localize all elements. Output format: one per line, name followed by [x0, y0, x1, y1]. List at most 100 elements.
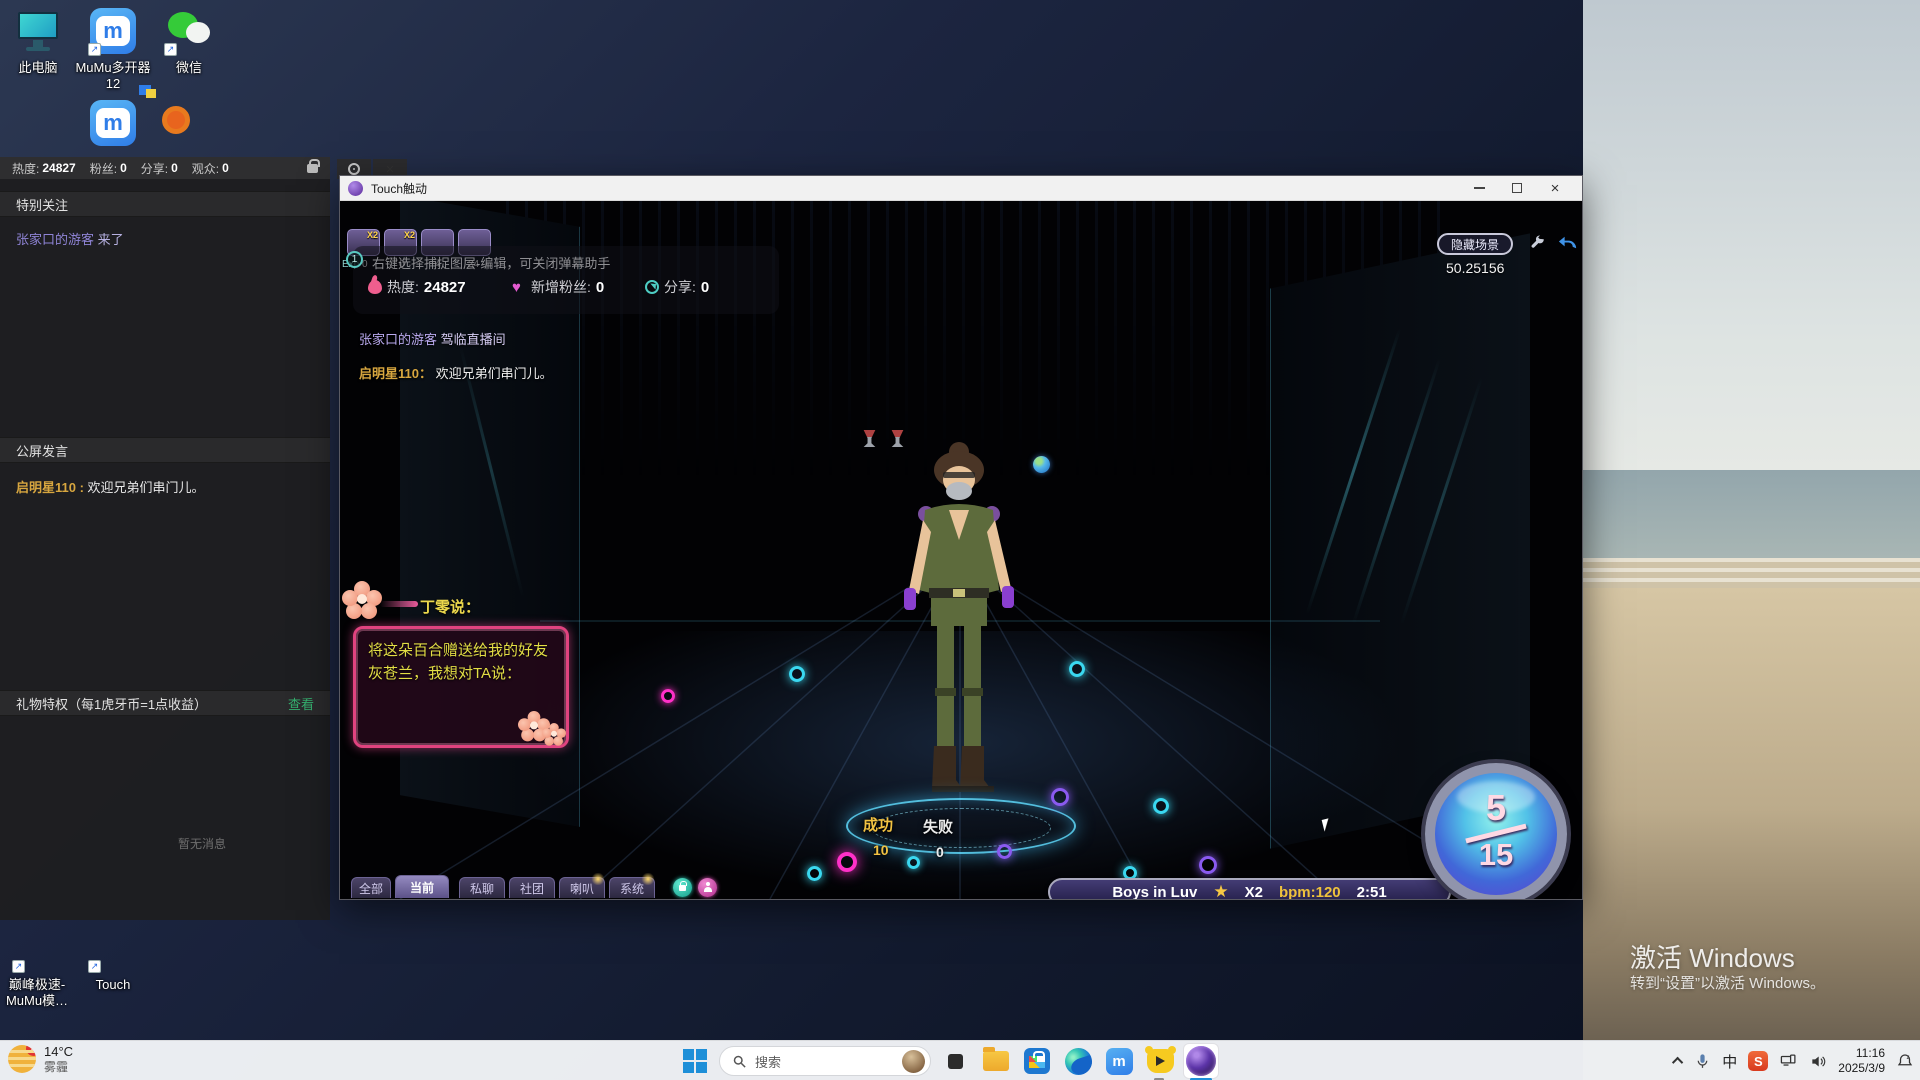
pickup-ring [661, 689, 675, 703]
gift-view-link[interactable]: 查看 [288, 694, 314, 713]
mumu-button[interactable]: m [1102, 1044, 1136, 1078]
search-box[interactable]: 搜索 [719, 1046, 931, 1076]
huya-button[interactable] [1143, 1044, 1177, 1080]
speaker-icon[interactable] [1809, 1053, 1827, 1070]
activate-windows-subtext: 转到“设置”以激活 Windows。 [1630, 975, 1826, 992]
chat-tab-current[interactable]: 当前 [395, 875, 449, 898]
tip-badge: 1 [346, 251, 363, 268]
close-button[interactable]: × [1536, 176, 1574, 201]
app-icon [348, 180, 363, 196]
microphone-icon[interactable] [1694, 1053, 1711, 1070]
wallpaper-beach-sky [1583, 0, 1920, 470]
public-message: 启明星110 : 欢迎兄弟们串门儿。 [16, 480, 205, 495]
weather-widget[interactable]: 2 14°C 雾霾 [8, 1044, 73, 1074]
task-view-button[interactable] [938, 1044, 972, 1078]
folder-icon [983, 1047, 1009, 1071]
taskbar-center: 搜索 m [678, 1044, 1218, 1080]
desktop-icon-racing[interactable]: ↗ 巅峰极速-MuMu模… [0, 925, 80, 1010]
lock-icon [679, 880, 687, 891]
chat-tab-guild[interactable]: 社团 [509, 877, 555, 898]
song-info-bar: Boys in Luv ★ X2 bpm:120 2:51 [1048, 878, 1451, 899]
mumu-icon: m [90, 100, 136, 146]
hide-scene-button[interactable]: 隐藏场景 [1437, 233, 1513, 255]
close-icon: × [1550, 179, 1560, 197]
touch-app-button[interactable] [1184, 1044, 1218, 1080]
wrench-icon[interactable] [1528, 234, 1546, 252]
tray-time: 11:16 [1855, 1046, 1885, 1060]
tray-chevron-icon[interactable] [1672, 1056, 1684, 1069]
window-title: Touch触动 [371, 181, 428, 196]
chat-tab-private[interactable]: 私聊 [459, 877, 505, 898]
touch-tile-icon: ↗ [88, 925, 136, 973]
shortcut-arrow-icon: ↗ [164, 43, 177, 56]
chat-tab-horn[interactable]: 喇叭 [559, 873, 606, 898]
task-view-icon [947, 1048, 967, 1069]
fail-label: 失败 [923, 819, 954, 836]
racing-tile-icon: ↗ [12, 925, 60, 973]
windows-logo-icon [683, 1049, 707, 1073]
stream-assistant-panel: 热度: 24827 粉丝: 0 分享: 0 观众: 0 特别关注 张家口的游客 来了 公… [0, 157, 330, 920]
feed-line-2: 启明星110： 欢迎兄弟们串门儿。 [359, 366, 553, 381]
weather-temp: 14°C [44, 1044, 74, 1059]
file-explorer-button[interactable] [979, 1044, 1013, 1078]
desktop-icon-this-pc[interactable]: 此电脑 [0, 8, 81, 76]
desktop-icon-wechat[interactable]: ↗ 微信 [146, 8, 232, 76]
desktop-icon-label: Touch [95, 977, 131, 992]
desktop-icon-label: 微信 [175, 60, 202, 75]
desktop-icon-touch[interactable]: ↗ Touch [70, 925, 156, 993]
desktop-icon-mumu12[interactable]: m ↗ MuMu多开器12 [70, 8, 156, 93]
undo-icon[interactable] [1556, 231, 1579, 254]
edge-icon [1064, 1047, 1092, 1075]
clock[interactable]: 11:16 2025/3/9 [1838, 1046, 1885, 1076]
chat-lock-toggle[interactable] [673, 878, 692, 897]
notification-bell-icon[interactable]: z [1896, 1052, 1914, 1070]
special-message: 张家口的游客 来了 [16, 232, 124, 247]
stat-heat: 热度: 24827 [12, 161, 76, 176]
edge-button[interactable] [1061, 1044, 1095, 1078]
overlay-stat-share: 分享: 0 [645, 277, 709, 297]
maximize-button[interactable] [1498, 176, 1536, 201]
mumu-icon: m ↗ [88, 8, 136, 56]
haze-sun-icon: 2 [8, 1044, 36, 1073]
start-button[interactable] [678, 1044, 712, 1078]
ime-indicator[interactable]: 中 [1722, 1051, 1737, 1072]
lock-icon[interactable] [307, 158, 320, 173]
share-icon [645, 280, 659, 294]
sparkle-icon [590, 873, 606, 885]
section-special-follow: 特别关注 [0, 191, 330, 217]
pickup-ring [1069, 661, 1085, 677]
stat-fans: 粉丝: 0 [89, 161, 127, 176]
touch-game-window: Touch触动 × X2 X2 1 右键选择捕捉图层-编辑，可关闭弹幕助手 热度… [339, 175, 1583, 900]
star-icon: ★ [1213, 882, 1229, 899]
pickup-ring [789, 666, 805, 682]
pickup-ring [1051, 788, 1069, 806]
feed-line-1: 张家口的游客 驾临直播间 [359, 332, 506, 347]
cast-device-icon[interactable] [1779, 1053, 1798, 1070]
touch-app-icon [1186, 1046, 1216, 1076]
ms-store-button[interactable] [1020, 1044, 1054, 1078]
heart-icon: ♥ [512, 278, 521, 296]
counter-total: 15 [1478, 837, 1514, 872]
stat-viewers: 观众: 0 [191, 161, 229, 176]
wallpaper-beach-sea [1583, 470, 1920, 558]
minimize-icon [1473, 187, 1485, 189]
search-icon [733, 1055, 746, 1068]
pickup-ring [1153, 798, 1169, 814]
chat-member-button[interactable] [698, 878, 717, 897]
section-gift-privilege: 礼物特权（每1虎牙币=1点收益） 查看 [0, 690, 330, 716]
system-tray: 中 S 11:16 2025/3/9 z [1672, 1041, 1914, 1080]
mumu-icon: m [1105, 1047, 1133, 1075]
pickup-ring [997, 844, 1012, 859]
section-public-chat: 公屏发言 [0, 437, 330, 463]
song-time: 2:51 [1356, 883, 1387, 900]
chat-tab-all[interactable]: 全部 [351, 877, 391, 898]
minimize-button[interactable] [1460, 176, 1498, 201]
pickup-ring [807, 866, 822, 881]
counter-current: 5 [1485, 787, 1507, 828]
fail-value: 0 [936, 844, 944, 860]
target-icon [348, 163, 360, 175]
sogou-icon[interactable]: S [1748, 1051, 1769, 1071]
desktop-icon-mumu-row2[interactable]: m [90, 100, 136, 146]
chat-tab-system[interactable]: 系统 [609, 873, 656, 898]
window-titlebar[interactable]: Touch触动 × [340, 176, 1582, 201]
